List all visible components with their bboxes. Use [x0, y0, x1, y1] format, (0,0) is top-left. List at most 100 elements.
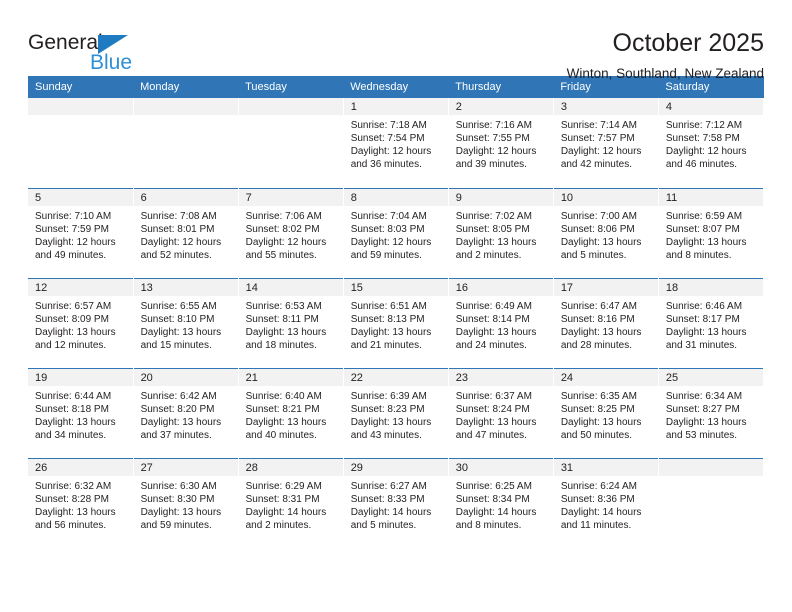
- calendar-day-cell[interactable]: 15 Sunrise: 6:51 AM Sunset: 8:13 PM Dayligh…: [343, 277, 449, 368]
- weekday-header-sunday: Sunday: [28, 76, 134, 98]
- sunrise-time: Sunrise: 6:49 AM: [455, 300, 532, 312]
- daylight-duration-line1: Daylight: 13 hours: [245, 416, 327, 428]
- sunset-time: Sunset: 8:27 PM: [665, 403, 740, 415]
- calendar-day-cell[interactable]: 25 Sunrise: 6:34 AM Sunset: 8:27 PM Dayligh…: [658, 367, 765, 458]
- day-number: 15: [343, 278, 448, 296]
- daylight-duration-line2: and 53 minutes.: [665, 429, 738, 441]
- calendar-day-cell[interactable]: 9 Sunrise: 7:02 AM Sunset: 8:05 PM Daylight…: [448, 187, 554, 278]
- weekday-header-monday: Monday: [133, 76, 239, 98]
- daylight-duration-line1: Daylight: 13 hours: [455, 236, 537, 248]
- daylight-duration-line1: Daylight: 14 hours: [560, 506, 642, 518]
- day-details: Sunrise: 6:25 AM Sunset: 8:34 PM Daylight:…: [449, 476, 553, 532]
- calendar-day-cell-empty: [238, 98, 344, 188]
- calendar-day-cell[interactable]: 11 Sunrise: 6:59 AM Sunset: 8:07 PM Dayligh…: [658, 187, 765, 278]
- day-details: Sunrise: 6:51 AM Sunset: 8:13 PM Daylight:…: [344, 296, 448, 352]
- day-details: Sunrise: 6:30 AM Sunset: 8:30 PM Daylight:…: [134, 476, 238, 532]
- daylight-duration-line1: Daylight: 13 hours: [140, 416, 222, 428]
- calendar-day-cell[interactable]: 18 Sunrise: 6:46 AM Sunset: 8:17 PM Dayligh…: [658, 277, 765, 368]
- day-details: Sunrise: 6:57 AM Sunset: 8:09 PM Daylight:…: [28, 296, 133, 352]
- sunset-time: Sunset: 8:25 PM: [560, 403, 635, 415]
- calendar-day-cell[interactable]: 12 Sunrise: 6:57 AM Sunset: 8:09 PM Dayligh…: [28, 277, 134, 368]
- calendar-day-cell[interactable]: 1 Sunrise: 7:18 AM Sunset: 7:54 PM Daylight…: [343, 98, 449, 188]
- calendar-day-cell[interactable]: 7 Sunrise: 7:06 AM Sunset: 8:02 PM Daylight…: [238, 187, 344, 278]
- daylight-duration-line1: Daylight: 12 hours: [35, 236, 116, 248]
- sunrise-time: Sunrise: 6:42 AM: [140, 390, 217, 402]
- sunrise-time: Sunrise: 6:37 AM: [455, 390, 532, 402]
- calendar-day-cell-empty: [28, 98, 134, 188]
- sunset-time: Sunset: 8:36 PM: [560, 493, 635, 505]
- daylight-duration-line2: and 31 minutes.: [665, 339, 738, 351]
- calendar-day-cell[interactable]: 28 Sunrise: 6:29 AM Sunset: 8:31 PM Dayligh…: [238, 457, 344, 548]
- sunset-time: Sunset: 8:17 PM: [665, 313, 740, 325]
- calendar-day-cell[interactable]: 23 Sunrise: 6:37 AM Sunset: 8:24 PM Dayligh…: [448, 367, 554, 458]
- calendar-day-cell[interactable]: 8 Sunrise: 7:04 AM Sunset: 8:03 PM Daylight…: [343, 187, 449, 278]
- calendar-day-cell[interactable]: 30 Sunrise: 6:25 AM Sunset: 8:34 PM Dayligh…: [448, 457, 554, 548]
- sunset-time: Sunset: 7:54 PM: [350, 133, 425, 144]
- day-details: Sunrise: 7:10 AM Sunset: 7:59 PM Daylight:…: [28, 206, 133, 262]
- weekday-header-tuesday: Tuesday: [238, 76, 344, 98]
- day-details: Sunrise: 6:29 AM Sunset: 8:31 PM Daylight:…: [239, 476, 343, 532]
- day-number: 16: [448, 278, 553, 296]
- daylight-duration-line2: and 12 minutes.: [35, 339, 107, 351]
- sunrise-time: Sunrise: 6:34 AM: [665, 390, 743, 402]
- calendar-day-cell[interactable]: 26 Sunrise: 6:32 AM Sunset: 8:28 PM Dayligh…: [28, 457, 134, 548]
- sunrise-time: Sunrise: 7:18 AM: [350, 120, 427, 131]
- day-number: [133, 98, 238, 115]
- calendar-table: Sunday Monday Tuesday Wednesday Thursday…: [28, 76, 765, 548]
- daylight-duration-line2: and 52 minutes.: [140, 249, 212, 261]
- calendar-day-cell[interactable]: 17 Sunrise: 6:47 AM Sunset: 8:16 PM Dayligh…: [553, 277, 659, 368]
- sunrise-time: Sunrise: 7:06 AM: [245, 210, 322, 222]
- calendar-day-cell[interactable]: 3 Sunrise: 7:14 AM Sunset: 7:57 PM Daylight…: [553, 98, 659, 188]
- daylight-duration-line1: Daylight: 12 hours: [455, 146, 537, 157]
- calendar-day-cell[interactable]: 4 Sunrise: 7:12 AM Sunset: 7:58 PM Daylight…: [658, 98, 765, 188]
- sunset-time: Sunset: 8:09 PM: [35, 313, 109, 325]
- calendar-day-cell[interactable]: 31 Sunrise: 6:24 AM Sunset: 8:36 PM Dayligh…: [553, 457, 659, 548]
- calendar-day-cell[interactable]: 19 Sunrise: 6:44 AM Sunset: 8:18 PM Dayligh…: [28, 367, 134, 458]
- sunrise-time: Sunrise: 6:59 AM: [665, 210, 743, 222]
- day-number: 25: [658, 368, 763, 386]
- daylight-duration-line2: and 2 minutes.: [245, 519, 312, 531]
- day-number: 31: [553, 458, 658, 476]
- calendar-day-cell[interactable]: 2 Sunrise: 7:16 AM Sunset: 7:55 PM Daylight…: [448, 98, 554, 188]
- day-number: 2: [448, 98, 553, 115]
- daylight-duration-line1: Daylight: 12 hours: [350, 236, 432, 248]
- day-details: Sunrise: 6:44 AM Sunset: 8:18 PM Daylight:…: [28, 386, 133, 442]
- weekday-header-thursday: Thursday: [448, 76, 554, 98]
- sunset-time: Sunset: 8:33 PM: [350, 493, 425, 505]
- day-details: Sunrise: 7:06 AM Sunset: 8:02 PM Daylight:…: [239, 206, 343, 262]
- day-number: 8: [343, 188, 448, 206]
- sunrise-time: Sunrise: 7:14 AM: [560, 120, 637, 131]
- sunset-time: Sunset: 8:07 PM: [665, 223, 740, 235]
- day-details: Sunrise: 6:49 AM Sunset: 8:14 PM Daylight:…: [449, 296, 553, 352]
- day-details: Sunrise: 6:34 AM Sunset: 8:27 PM Daylight:…: [659, 386, 763, 442]
- logo-text-general: General: [28, 31, 103, 54]
- calendar-day-cell[interactable]: 29 Sunrise: 6:27 AM Sunset: 8:33 PM Dayligh…: [343, 457, 449, 548]
- day-details: Sunrise: 6:42 AM Sunset: 8:20 PM Daylight:…: [134, 386, 238, 442]
- sunset-time: Sunset: 8:06 PM: [560, 223, 635, 235]
- calendar-day-cell[interactable]: 6 Sunrise: 7:08 AM Sunset: 8:01 PM Daylight…: [133, 187, 239, 278]
- calendar-day-cell[interactable]: 10 Sunrise: 7:00 AM Sunset: 8:06 PM Dayligh…: [553, 187, 659, 278]
- calendar-day-cell[interactable]: 14 Sunrise: 6:53 AM Sunset: 8:11 PM Dayligh…: [238, 277, 344, 368]
- calendar-day-cell[interactable]: 13 Sunrise: 6:55 AM Sunset: 8:10 PM Dayligh…: [133, 277, 239, 368]
- day-details: Sunrise: 6:37 AM Sunset: 8:24 PM Daylight:…: [449, 386, 553, 442]
- calendar-day-cell[interactable]: 27 Sunrise: 6:30 AM Sunset: 8:30 PM Dayligh…: [133, 457, 239, 548]
- day-number: 14: [238, 278, 343, 296]
- general-blue-logo: General Blue: [28, 28, 148, 78]
- page-header: General Blue October 2025 Winton, Southl…: [28, 0, 764, 81]
- daylight-duration-line1: Daylight: 13 hours: [140, 506, 222, 518]
- weekday-header-wednesday: Wednesday: [343, 76, 449, 98]
- calendar-day-cell[interactable]: 16 Sunrise: 6:49 AM Sunset: 8:14 PM Dayligh…: [448, 277, 554, 368]
- day-number: 30: [448, 458, 553, 476]
- day-details: Sunrise: 7:12 AM Sunset: 7:58 PM Daylight:…: [659, 115, 763, 171]
- day-number: [658, 458, 763, 476]
- sunset-time: Sunset: 8:13 PM: [350, 313, 425, 325]
- calendar-day-cell[interactable]: 20 Sunrise: 6:42 AM Sunset: 8:20 PM Dayligh…: [133, 367, 239, 458]
- daylight-duration-line2: and 56 minutes.: [35, 519, 107, 531]
- calendar-day-cell[interactable]: 24 Sunrise: 6:35 AM Sunset: 8:25 PM Dayligh…: [553, 367, 659, 458]
- sunrise-time: Sunrise: 7:08 AM: [140, 210, 217, 222]
- calendar-day-cell[interactable]: 22 Sunrise: 6:39 AM Sunset: 8:23 PM Dayligh…: [343, 367, 449, 458]
- calendar-day-cell[interactable]: 5 Sunrise: 7:10 AM Sunset: 7:59 PM Daylight…: [28, 187, 134, 278]
- daylight-duration-line2: and 11 minutes.: [560, 519, 632, 531]
- daylight-duration-line1: Daylight: 13 hours: [665, 236, 747, 248]
- calendar-day-cell[interactable]: 21 Sunrise: 6:40 AM Sunset: 8:21 PM Dayligh…: [238, 367, 344, 458]
